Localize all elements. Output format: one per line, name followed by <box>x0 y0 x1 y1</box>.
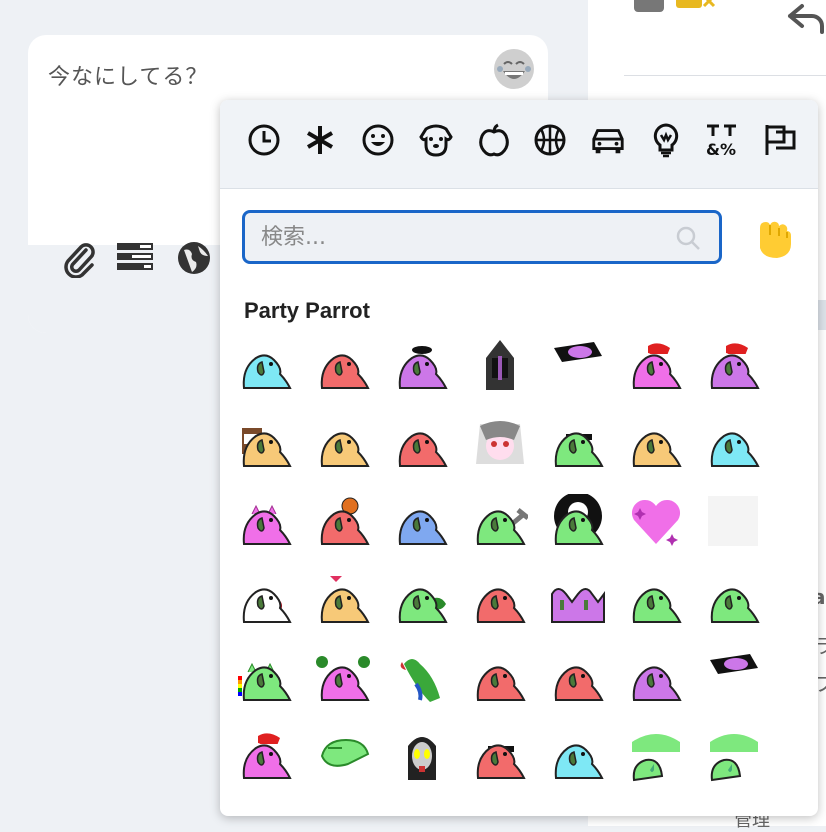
emoji-knight[interactable] <box>472 338 534 400</box>
muted-icon <box>676 0 716 18</box>
emoji-orange[interactable] <box>316 416 378 478</box>
emoji-red[interactable] <box>550 650 612 712</box>
emoji-slit[interactable] <box>706 650 768 712</box>
poll-icon[interactable] <box>116 240 154 278</box>
emoji-white[interactable] <box>238 572 300 634</box>
reply-icon[interactable] <box>786 2 826 38</box>
emoji-cat-rainbow[interactable] <box>238 650 300 712</box>
emoji-pink-swirl[interactable] <box>316 650 378 712</box>
emoji-santa-pink[interactable] <box>628 338 690 400</box>
emoji-picker: &% Party Parrot <box>220 100 818 816</box>
lightbulb-icon[interactable] <box>648 122 684 158</box>
emoji-real[interactable] <box>394 650 456 712</box>
emoji-santa-pink[interactable] <box>238 728 300 790</box>
smile-icon[interactable] <box>360 122 396 158</box>
asterisk-icon[interactable] <box>302 122 338 158</box>
emoji-green-peek[interactable] <box>628 728 690 790</box>
emoji-orange[interactable] <box>628 416 690 478</box>
emoji-cyan[interactable] <box>238 338 300 400</box>
emoji-red[interactable] <box>472 650 534 712</box>
emoji-purple-double[interactable] <box>550 572 612 634</box>
emoji-grid <box>238 338 798 816</box>
raised-fist-icon[interactable] <box>750 214 798 262</box>
emoji-slit[interactable] <box>550 338 612 400</box>
category-bar: &% <box>220 100 818 189</box>
search-input[interactable] <box>257 213 661 261</box>
emoji-pink-cat[interactable] <box>238 494 300 556</box>
emoji-green[interactable] <box>706 572 768 634</box>
emoji-purple-bone[interactable] <box>628 650 690 712</box>
emoji-blue[interactable] <box>394 494 456 556</box>
emoji-ultraman[interactable] <box>394 728 456 790</box>
emoji-red[interactable] <box>394 416 456 478</box>
section-title: Party Parrot <box>244 298 370 323</box>
emoji-heart[interactable] <box>628 494 690 556</box>
emoji-green-leaf[interactable] <box>394 572 456 634</box>
emoji-green-peek[interactable] <box>706 728 768 790</box>
emoji-green-sleep[interactable] <box>316 728 378 790</box>
globe-icon[interactable] <box>176 240 214 278</box>
emoji-blank[interactable] <box>706 494 768 556</box>
divider <box>624 75 826 76</box>
rss-icon <box>634 0 664 16</box>
emoji-santa-purple[interactable] <box>706 338 768 400</box>
recent-icon[interactable] <box>246 122 282 158</box>
svg-text:&%: &% <box>706 140 736 158</box>
emoji-cyan[interactable] <box>550 728 612 790</box>
emoji-red-shades[interactable] <box>472 728 534 790</box>
symbols-icon[interactable]: &% <box>704 122 740 158</box>
emoji-anime[interactable] <box>472 416 534 478</box>
post-input[interactable]: 今なにしてる？ <box>48 59 208 91</box>
emoji-orange-heart[interactable] <box>316 572 378 634</box>
emoji-cyan[interactable] <box>706 416 768 478</box>
car-icon[interactable] <box>590 122 626 158</box>
emoji-red[interactable] <box>472 572 534 634</box>
paperclip-icon[interactable] <box>62 240 100 279</box>
laughing-emoji-icon <box>494 49 534 89</box>
emoji-button[interactable] <box>492 47 536 91</box>
emoji-green[interactable] <box>628 572 690 634</box>
flags-icon[interactable] <box>762 122 798 158</box>
emoji-red[interactable] <box>316 338 378 400</box>
emoji-search <box>242 210 722 264</box>
emoji-green-hammer[interactable] <box>472 494 534 556</box>
basketball-icon[interactable] <box>532 122 568 158</box>
dog-icon[interactable] <box>418 122 454 158</box>
emoji-purple-hat[interactable] <box>394 338 456 400</box>
emoji-green-shades[interactable] <box>550 416 612 478</box>
search-icon <box>675 225 701 255</box>
apple-icon[interactable] <box>476 122 512 158</box>
emoji-green-circle[interactable] <box>550 492 612 556</box>
emoji-coffee[interactable] <box>238 416 300 478</box>
emoji-red-wand[interactable] <box>316 494 378 556</box>
